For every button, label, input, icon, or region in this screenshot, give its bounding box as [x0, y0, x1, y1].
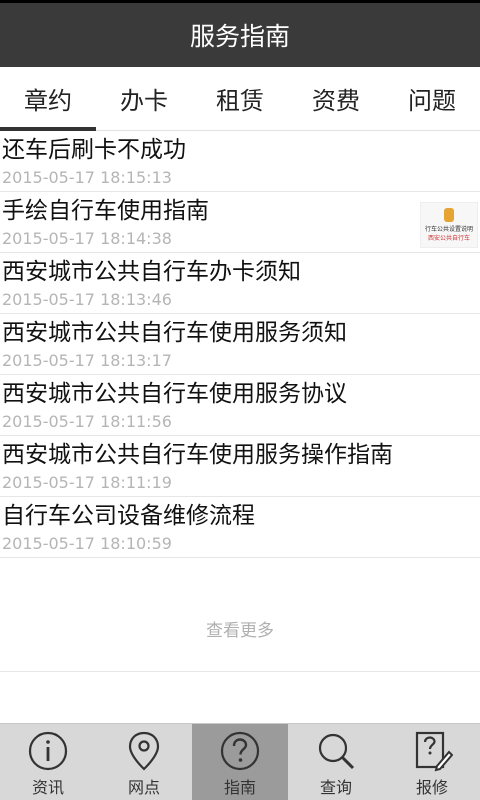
tab-label: 资费: [312, 87, 360, 115]
cyclist-figure: [444, 208, 454, 222]
tab-rental[interactable]: 租赁: [192, 67, 288, 130]
tab-card[interactable]: 办卡: [96, 67, 192, 130]
list-item[interactable]: 西安城市公共自行车使用服务操作指南 2015-05-17 18:11:19: [0, 436, 480, 497]
item-title: 西安城市公共自行车使用服务协议: [2, 381, 347, 407]
guide-list: 还车后刷卡不成功 2015-05-17 18:15:13 手绘自行车使用指南 2…: [0, 131, 480, 558]
info-icon: [28, 731, 68, 771]
list-item[interactable]: 自行车公司设备维修流程 2015-05-17 18:10:59: [0, 497, 480, 558]
location-pin-icon: [128, 731, 160, 771]
tab-fees[interactable]: 资费: [288, 67, 384, 130]
list-item[interactable]: 西安城市公共自行车使用服务协议 2015-05-17 18:11:56: [0, 375, 480, 436]
tab-questions[interactable]: 问题: [384, 67, 480, 130]
tab-label: 问题: [408, 87, 456, 115]
item-thumbnail: 行车公共设置说明 西安公共自行车: [420, 202, 478, 248]
item-date: 2015-05-17 18:13:17: [2, 351, 172, 370]
item-title: 西安城市公共自行车使用服务操作指南: [2, 442, 393, 468]
item-title: 西安城市公共自行车使用服务须知: [2, 320, 347, 346]
tab-label: 办卡: [120, 87, 168, 115]
item-title: 手绘自行车使用指南: [2, 198, 209, 224]
list-item[interactable]: 还车后刷卡不成功 2015-05-17 18:15:13: [0, 131, 480, 192]
search-icon: [318, 733, 355, 770]
page-title: 服务指南: [189, 22, 290, 51]
load-more-button[interactable]: 查看更多: [0, 586, 480, 672]
nav-item-news[interactable]: 资讯: [0, 724, 96, 800]
item-title: 还车后刷卡不成功: [2, 137, 186, 163]
nav-item-guide[interactable]: 指南: [192, 724, 288, 800]
list-item[interactable]: 西安城市公共自行车办卡须知 2015-05-17 18:13:46: [0, 253, 480, 314]
item-date: 2015-05-17 18:11:56: [2, 412, 172, 431]
question-icon: [220, 731, 260, 771]
list-item[interactable]: 西安城市公共自行车使用服务须知 2015-05-17 18:13:17: [0, 314, 480, 375]
item-title: 西安城市公共自行车办卡须知: [2, 259, 301, 285]
item-title: 自行车公司设备维修流程: [2, 503, 255, 529]
nav-label: 网点: [127, 778, 160, 797]
thumbnail-caption: 行车公共设置说明: [424, 226, 473, 233]
load-more-label: 查看更多: [206, 621, 274, 641]
nav-label: 资讯: [31, 778, 64, 797]
tab-label: 章约: [24, 87, 72, 115]
bottom-nav: 资讯 网点 指南 查询 报修: [0, 723, 480, 800]
nav-item-search[interactable]: 查询: [288, 724, 384, 800]
title-bar: 服务指南: [0, 3, 480, 67]
tab-label: 租赁: [216, 87, 264, 115]
nav-item-outlets[interactable]: 网点: [96, 724, 192, 800]
nav-item-repair[interactable]: 报修: [384, 724, 480, 800]
item-date: 2015-05-17 18:13:46: [2, 290, 172, 309]
tab-bar: 章约 办卡 租赁 资费 问题: [0, 67, 480, 131]
nav-label: 查询: [319, 778, 352, 797]
item-date: 2015-05-17 18:11:19: [2, 473, 172, 492]
thumbnail-subcaption: 西安公共自行车: [427, 235, 470, 242]
item-date: 2015-05-17 18:14:38: [2, 229, 172, 248]
list-item[interactable]: 手绘自行车使用指南 2015-05-17 18:14:38 行车公共设置说明 西…: [0, 192, 480, 253]
tab-rules[interactable]: 章约: [0, 67, 96, 131]
item-date: 2015-05-17 18:15:13: [2, 168, 172, 187]
item-date: 2015-05-17 18:10:59: [2, 534, 172, 553]
nav-label: 报修: [415, 778, 448, 797]
report-edit-icon: [415, 731, 453, 772]
nav-label: 指南: [223, 778, 256, 797]
